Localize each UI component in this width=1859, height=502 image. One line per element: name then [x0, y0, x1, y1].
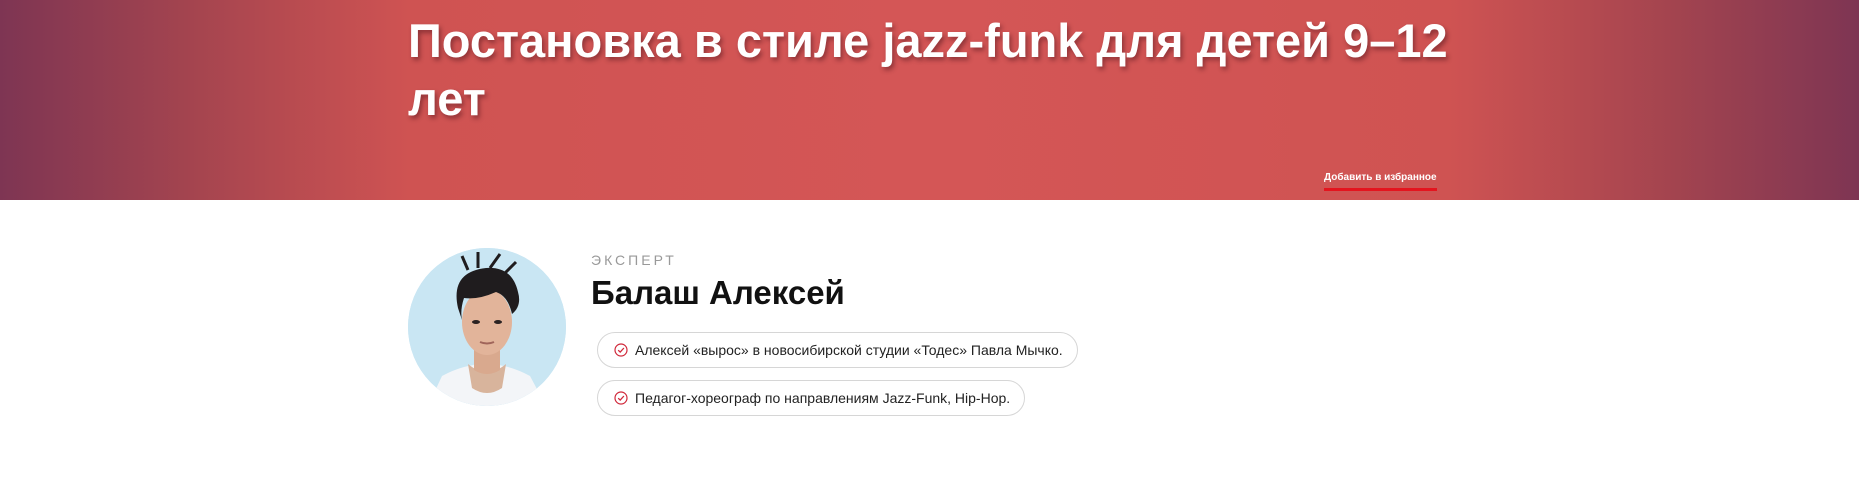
- expert-photo-icon: [408, 248, 566, 406]
- expert-label: ЭКСПЕРТ: [591, 252, 677, 268]
- add-to-favorites-link[interactable]: Добавить в избранное: [1324, 172, 1437, 191]
- expert-fact-item: Алексей «вырос» в новосибирской студии «…: [597, 332, 1078, 368]
- expert-section: ЭКСПЕРТ Балаш Алексей Алексей «вырос» в …: [408, 248, 1208, 418]
- course-hero-banner: Постановка в стиле jazz-funk для детей 9…: [0, 0, 1859, 200]
- expert-name: Балаш Алексей: [591, 274, 845, 311]
- course-title: Постановка в стиле jazz-funk для детей 9…: [408, 14, 1448, 125]
- expert-fact-text: Педагог-хореограф по направлениям Jazz-F…: [635, 390, 1011, 406]
- expert-fact-item: Педагог-хореограф по направлениям Jazz-F…: [597, 380, 1026, 416]
- check-circle-icon: [614, 343, 628, 357]
- check-circle-icon: [614, 391, 628, 405]
- expert-fact-text: Алексей «вырос» в новосибирской студии «…: [635, 342, 1063, 358]
- expert-avatar: [408, 248, 566, 406]
